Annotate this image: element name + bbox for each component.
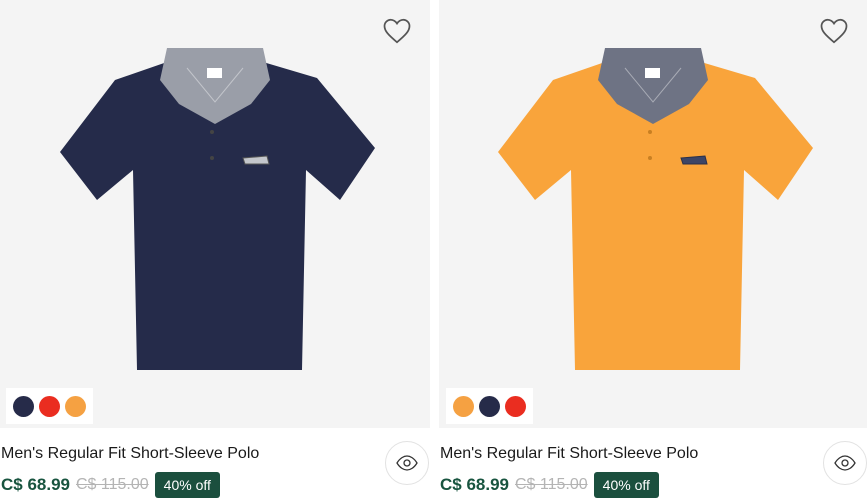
product-card[interactable]: Men's Regular Fit Short-Sleeve Polo C$ 6… [439,0,867,500]
heart-icon[interactable] [819,16,849,46]
discount-badge: 40% off [154,472,220,498]
swatch-red[interactable] [39,395,60,417]
original-price: C$ 115.00 [515,476,588,493]
quick-view-button[interactable] [823,441,867,485]
sale-price: C$ 68.99 [440,475,509,494]
quick-view-button[interactable] [385,441,429,485]
heart-icon[interactable] [382,16,412,46]
color-swatches [6,388,93,424]
swatch-orange[interactable] [65,395,86,417]
product-image[interactable] [0,0,430,428]
swatch-orange[interactable] [453,395,474,417]
discount-badge: 40% off [593,472,659,498]
original-price: C$ 115.00 [76,476,149,493]
sale-price: C$ 68.99 [1,475,70,494]
eye-icon [396,455,418,471]
price-row: C$ 68.99 C$ 115.00 40% off [1,472,220,498]
crocodile-logo-icon [680,155,708,165]
polo-shirt-image [498,48,813,370]
swatch-navy[interactable] [479,395,500,417]
price-row: C$ 68.99 C$ 115.00 40% off [440,472,659,498]
crocodile-logo-icon [242,155,270,165]
swatch-navy[interactable] [13,395,34,417]
eye-icon [834,455,856,471]
product-image[interactable] [439,0,867,428]
product-card[interactable]: Men's Regular Fit Short-Sleeve Polo C$ 6… [0,0,430,500]
color-swatches [446,388,533,424]
product-title[interactable]: Men's Regular Fit Short-Sleeve Polo [1,445,259,463]
swatch-red[interactable] [505,395,526,417]
polo-shirt-image [60,48,375,370]
product-title[interactable]: Men's Regular Fit Short-Sleeve Polo [440,445,698,463]
